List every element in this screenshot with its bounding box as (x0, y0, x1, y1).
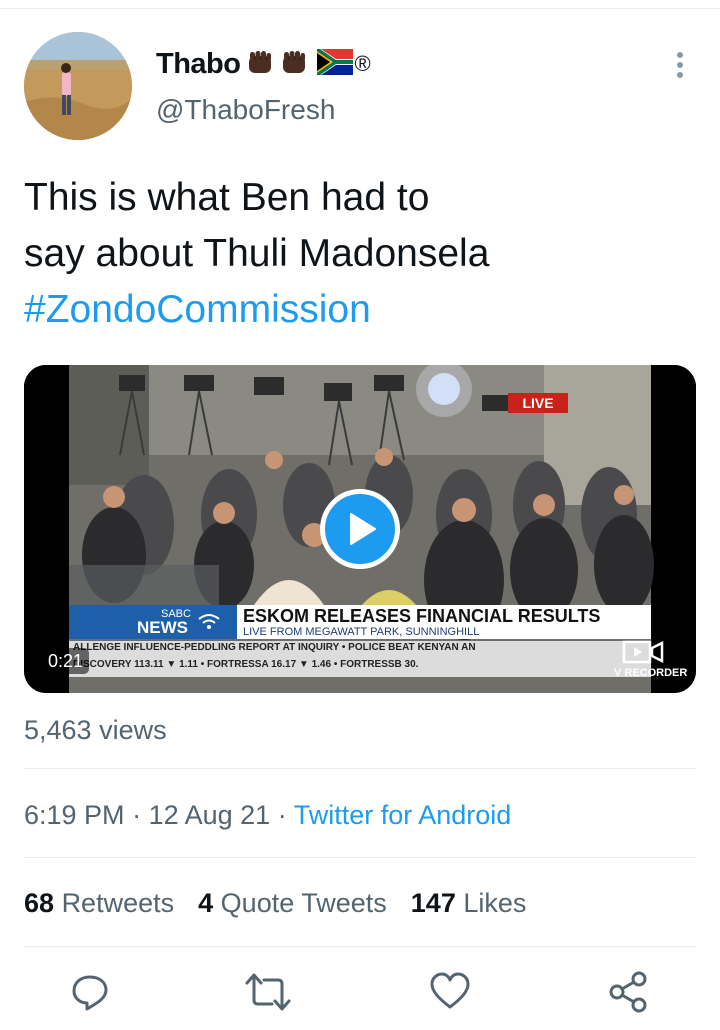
likes-stat[interactable]: 147 Likes (411, 888, 527, 919)
retweets-stat[interactable]: 68 Retweets (24, 888, 174, 919)
raised-fist-icon (279, 47, 309, 82)
share-button[interactable] (606, 970, 656, 1020)
author-name-row[interactable]: Thabo ® (156, 44, 371, 84)
play-icon (350, 513, 376, 545)
ticker-line: ALLENGE INFLUENCE-PEDDLING REPORT AT INQ… (73, 642, 476, 653)
quote-tweets-count: 4 (198, 888, 214, 918)
video-duration: 0:21 (42, 648, 90, 674)
tweet-text-line: say about Thuli Madonsela (24, 232, 490, 275)
meta-separator: · (124, 800, 149, 830)
reply-button[interactable] (68, 970, 118, 1020)
tweet-text: This is what Ben had to say about Thuli … (24, 170, 684, 338)
engagement-stats: 68 Retweets 4 Quote Tweets 147 Likes (24, 888, 550, 919)
divider (24, 857, 696, 858)
channel-logo: SABC NEWS (69, 605, 237, 639)
recorder-icon (622, 640, 664, 664)
quote-tweets-label: Quote Tweets (220, 888, 387, 918)
headline-box: ESKOM RELEASES FINANCIAL RESULTS LIVE FR… (237, 605, 651, 639)
author-handle[interactable]: @ThaboFresh (156, 94, 335, 126)
hashtag-link[interactable]: #ZondoCommission (24, 282, 684, 338)
channel-big-label: NEWS (137, 618, 188, 637)
news-headline: ESKOM RELEASES FINANCIAL RESULTS (243, 606, 601, 626)
retweets-count: 68 (24, 888, 55, 918)
broadcast-icon (198, 614, 220, 629)
recorder-label: V RECORDER (614, 667, 688, 679)
retweet-icon (245, 973, 291, 1011)
display-name[interactable]: Thabo (156, 48, 241, 81)
quote-tweets-stat[interactable]: 4 Quote Tweets (198, 888, 387, 919)
divider (24, 946, 696, 947)
likes-label: Likes (463, 888, 527, 918)
registered-mark: ® (354, 51, 371, 76)
tweet-meta: 6:19 PM · 12 Aug 21 · Twitter for Androi… (24, 800, 511, 831)
tweet-time[interactable]: 6:19 PM (24, 800, 125, 830)
divider (24, 768, 696, 769)
view-count: 5,463 views (24, 715, 167, 745)
more-options-button[interactable] (666, 48, 694, 84)
avatar[interactable] (24, 32, 132, 140)
heart-icon (430, 972, 470, 1009)
top-divider (0, 8, 720, 9)
news-lower-third: SABC NEWS ESKOM RELEASES FINANCIAL RESUL… (69, 605, 651, 639)
raised-fist-icon (245, 47, 275, 82)
likes-count: 147 (410, 888, 456, 918)
retweet-button[interactable] (244, 970, 294, 1020)
more-vertical-icon (677, 52, 683, 78)
tweet-source-link[interactable]: Twitter for Android (294, 800, 512, 830)
video-player[interactable]: LIVE SABC NEWS ESKOM RELEASES FINANCIAL … (24, 365, 696, 693)
live-badge: LIVE (508, 393, 568, 413)
ticker-line: DISCOVERY 113.11 ▼ 1.11 • FORTRESSA 16.1… (73, 659, 419, 670)
tweet-text-line: This is what Ben had to (24, 176, 430, 219)
recorder-watermark: V RECORDER (614, 635, 694, 685)
like-button[interactable] (428, 970, 478, 1020)
south-africa-flag-icon (316, 48, 353, 80)
news-ticker: ALLENGE INFLUENCE-PEDDLING REPORT AT INQ… (69, 641, 651, 677)
share-icon (609, 971, 647, 1013)
retweets-label: Retweets (61, 888, 175, 918)
reply-icon (72, 975, 108, 1011)
play-button[interactable] (320, 489, 400, 569)
tweet-date[interactable]: 12 Aug 21 (149, 800, 271, 830)
action-bar (0, 970, 720, 1020)
meta-separator: · (270, 800, 294, 830)
news-subheadline: LIVE FROM MEGAWATT PARK, SUNNINGHILL (243, 626, 480, 638)
